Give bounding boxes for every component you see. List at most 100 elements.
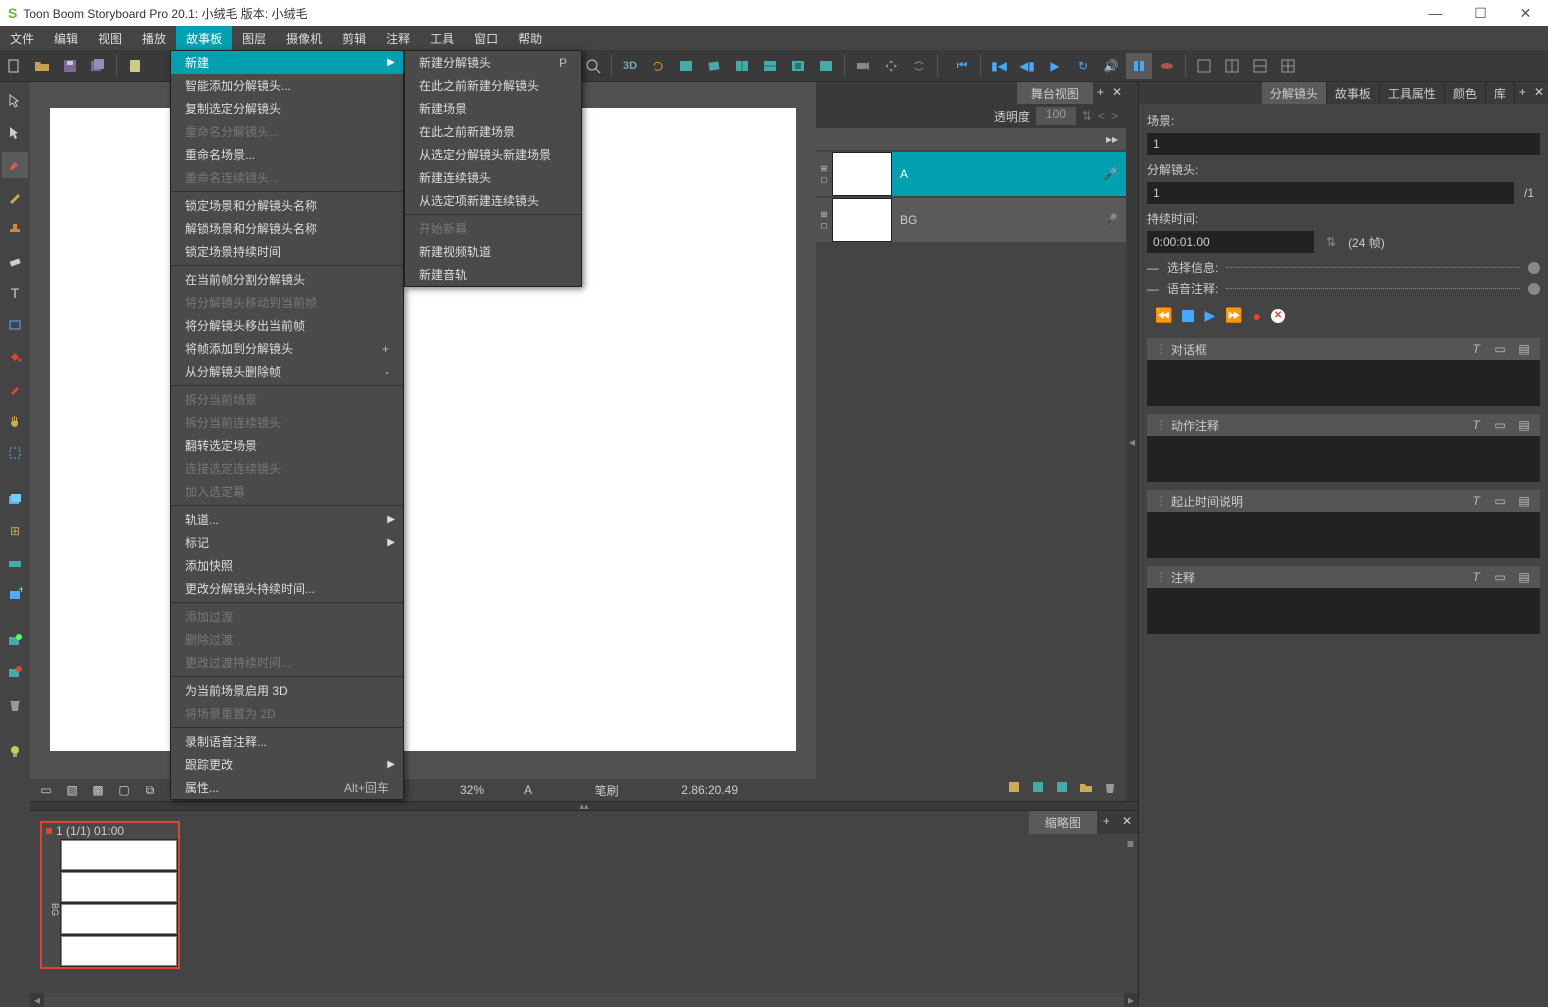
layers-tab[interactable]: 舞台视图 [1017, 82, 1093, 104]
camera-move-icon[interactable] [878, 53, 904, 79]
duration-input[interactable] [1147, 231, 1314, 253]
brush-tool-icon[interactable] [2, 152, 28, 178]
menu-窗口[interactable]: 窗口 [464, 26, 508, 50]
transform-tool-icon[interactable] [2, 120, 28, 146]
select-info-slider[interactable] [1226, 267, 1520, 268]
caption-text-icon[interactable]: T [1468, 494, 1484, 508]
panel-2-icon[interactable] [701, 53, 727, 79]
layer-trash-icon[interactable] [1102, 779, 1118, 798]
menu-item[interactable]: 将分解镜头移出当前帧 [171, 314, 403, 337]
menu-item[interactable]: 更改分解镜头持续时间... [171, 577, 403, 600]
eraser-tool-icon[interactable] [2, 248, 28, 274]
menu-item[interactable]: 从选定项新建连续镜头 [405, 189, 581, 212]
right-tab[interactable]: 颜色 [1445, 82, 1486, 104]
status-icon-2[interactable]: ▧ [64, 782, 80, 798]
camera-zoom-icon[interactable] [850, 53, 876, 79]
panel-input[interactable] [1147, 182, 1514, 204]
caption-copy-icon[interactable]: ▭ [1492, 494, 1508, 508]
menu-item[interactable]: 属性...Alt+回车 [171, 776, 403, 799]
panel-3-icon[interactable] [729, 53, 755, 79]
refresh-icon[interactable] [645, 53, 671, 79]
select-tool-icon[interactable] [2, 88, 28, 114]
caption-menu-icon[interactable]: ▤ [1516, 570, 1532, 584]
right-add-tab-icon[interactable]: + [1515, 82, 1530, 104]
group-tool-icon[interactable] [2, 550, 28, 576]
panel-4-icon[interactable] [757, 53, 783, 79]
layer-row[interactable]: ⊞◻A🎤 [816, 152, 1126, 196]
menu-故事板[interactable]: 故事板 [176, 26, 232, 50]
maximize-button[interactable]: ☐ [1458, 0, 1503, 26]
menu-图层[interactable]: 图层 [232, 26, 276, 50]
panel-6-icon[interactable] [813, 53, 839, 79]
menu-摄像机[interactable]: 摄像机 [276, 26, 332, 50]
layer-thumbnail[interactable] [832, 198, 892, 242]
menu-item[interactable]: 翻转选定场景 [171, 434, 403, 457]
thumbnail-cell[interactable] [61, 904, 177, 934]
caption-body[interactable] [1147, 512, 1540, 558]
menu-播放[interactable]: 播放 [132, 26, 176, 50]
caption-menu-icon[interactable]: ▤ [1516, 418, 1532, 432]
menu-item[interactable]: 从分解镜头删除帧- [171, 360, 403, 383]
layer-visibility-icon[interactable]: ⊞◻ [816, 152, 832, 196]
right-tab[interactable]: 库 [1486, 82, 1515, 104]
play-icon[interactable]: ▶ [1204, 307, 1215, 324]
transparency-next-icon[interactable]: > [1111, 109, 1118, 123]
menu-帮助[interactable]: 帮助 [508, 26, 552, 50]
caption-text-icon[interactable]: T [1468, 418, 1484, 432]
menu-文件[interactable]: 文件 [0, 26, 44, 50]
layer-row[interactable]: ⊞◻BG🎤 [816, 198, 1126, 242]
camera-rotate-icon[interactable] [906, 53, 932, 79]
record-icon[interactable]: ● [1253, 308, 1261, 324]
add-layer-icon[interactable]: + [2, 582, 28, 608]
play-marker-icon[interactable] [1154, 53, 1180, 79]
hscroll-right-icon[interactable]: ▸ [1124, 993, 1138, 1007]
layers-add-tab-icon[interactable]: + [1093, 82, 1108, 104]
minimize-button[interactable]: — [1413, 0, 1458, 26]
caption-menu-icon[interactable]: ▤ [1516, 494, 1532, 508]
menu-item[interactable]: 新建▶ [171, 51, 403, 74]
right-close-tab-icon[interactable]: ✕ [1530, 82, 1548, 104]
layout-1-icon[interactable] [1191, 53, 1217, 79]
layer-thumbnail[interactable] [832, 152, 892, 196]
layer-action-2-icon[interactable] [1030, 779, 1046, 798]
menu-item[interactable]: 为当前场景启用 3D [171, 679, 403, 702]
menu-item[interactable]: 新建视频轨道 [405, 240, 581, 263]
thumbnail-frame[interactable]: 1 (1/1) 01:00 BG [40, 821, 180, 969]
hscroll-track[interactable] [44, 993, 1124, 1007]
menu-item[interactable]: 解锁场景和分解镜头名称 [171, 217, 403, 240]
hand-tool-icon[interactable] [2, 408, 28, 434]
stop-icon[interactable] [1182, 310, 1194, 322]
caption-text-icon[interactable]: T [1468, 342, 1484, 356]
scene-input[interactable] [1147, 133, 1540, 155]
menu-工具[interactable]: 工具 [420, 26, 464, 50]
menu-item[interactable]: 在此之前新建场景 [405, 120, 581, 143]
new-file-icon[interactable] [1, 53, 27, 79]
transparency-prev-icon[interactable]: < [1098, 109, 1105, 123]
thumbnail-close-tab-icon[interactable]: ✕ [1116, 811, 1138, 834]
rectangle-tool-icon[interactable] [2, 312, 28, 338]
delete-recording-icon[interactable]: ✕ [1271, 309, 1285, 323]
play-sound-icon[interactable]: 🔊 [1098, 53, 1124, 79]
caption-header[interactable]: ⋮⋮对话框T▭▤ [1147, 338, 1540, 360]
play-play-icon[interactable]: ▶ [1042, 53, 1068, 79]
layers-expand-icon[interactable]: ▸▸ [1106, 132, 1118, 146]
voice-annotation-slider[interactable] [1226, 288, 1520, 289]
bulb-icon[interactable] [2, 738, 28, 764]
menu-item[interactable]: 新建场景 [405, 97, 581, 120]
play-prev-icon[interactable]: ▮◀ [986, 53, 1012, 79]
open-folder-icon[interactable] [29, 53, 55, 79]
zoom-in-icon[interactable] [580, 53, 606, 79]
thumbnail-cell[interactable] [61, 936, 177, 966]
timeline-collapse-bar[interactable]: ▴▴ [30, 801, 1138, 811]
layers-close-tab-icon[interactable]: ✕ [1108, 82, 1126, 104]
voice-annotation-knob[interactable] [1528, 283, 1540, 295]
bucket-tool-icon[interactable] [2, 344, 28, 370]
status-icon-4[interactable]: ▢ [116, 782, 132, 798]
save-icon[interactable] [57, 53, 83, 79]
pencil-tool-icon[interactable] [2, 184, 28, 210]
layer-action-3-icon[interactable] [1054, 779, 1070, 798]
menu-剪辑[interactable]: 剪辑 [332, 26, 376, 50]
play-loop-icon[interactable]: ↻ [1070, 53, 1096, 79]
menu-视图[interactable]: 视图 [88, 26, 132, 50]
caption-copy-icon[interactable]: ▭ [1492, 418, 1508, 432]
